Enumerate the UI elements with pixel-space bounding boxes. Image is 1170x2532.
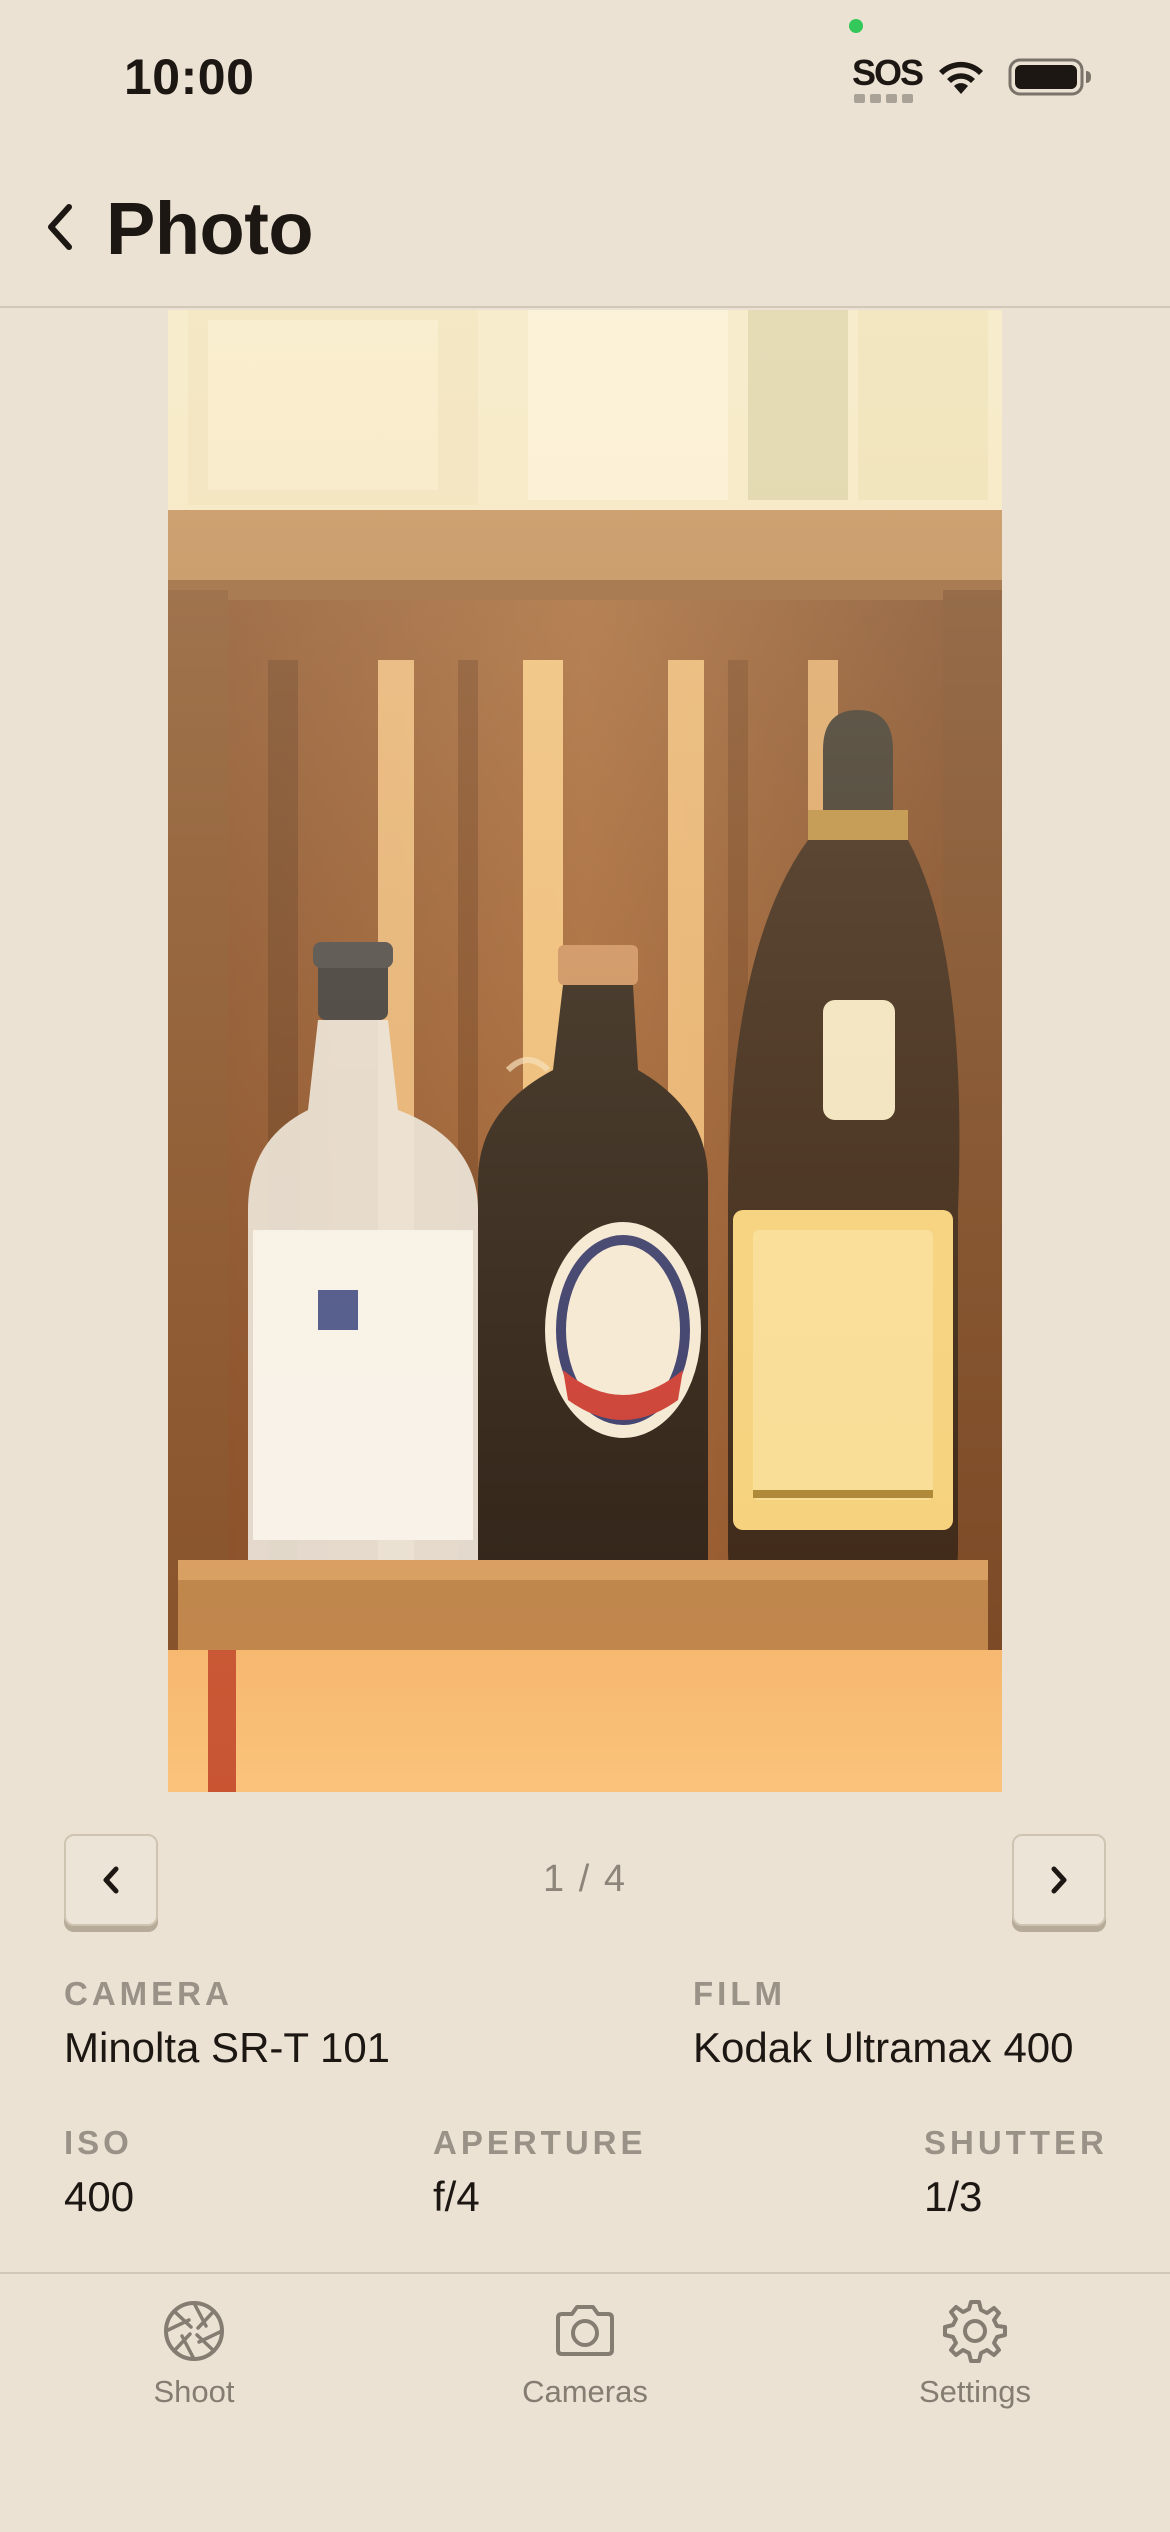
gear-icon: [943, 2300, 1007, 2363]
tab-settings[interactable]: Settings: [875, 2298, 1075, 2418]
nav-header: Photo: [0, 150, 1170, 308]
shutter-label: SHUTTER: [924, 2124, 1108, 2161]
camera-label: CAMERA: [64, 1975, 233, 2012]
photo-image: [168, 310, 1002, 1792]
tab-shoot[interactable]: Shoot: [94, 2298, 294, 2418]
page-title: Photo: [106, 187, 314, 270]
tab-label: Shoot: [153, 2374, 235, 2409]
chevron-left-icon: [48, 204, 72, 250]
wifi-icon: [939, 61, 983, 94]
iso-value: 400: [64, 2173, 135, 2220]
cellular-sos-indicator: SOS: [852, 52, 924, 104]
tab-label: Settings: [918, 2374, 1031, 2409]
signal-dots-icon: [854, 94, 913, 103]
tab-bar: Shoot Cameras Settings: [0, 2272, 1170, 2532]
previous-photo-button[interactable]: [64, 1834, 158, 1926]
photo-counter: 1 / 4: [543, 1858, 627, 1900]
status-bar: 10:00 SOS: [0, 0, 1170, 150]
aperture-label: APERTURE: [433, 2124, 647, 2161]
privacy-indicator-dot: [849, 19, 863, 33]
iso-label: ISO: [64, 2124, 133, 2161]
film-label: FILM: [693, 1975, 786, 2012]
aperture-icon: [164, 2301, 224, 2361]
sos-label: SOS: [852, 52, 924, 93]
back-button[interactable]: [30, 192, 90, 262]
camera-value: Minolta SR-T 101: [64, 2024, 391, 2071]
chevron-right-icon: [1051, 1866, 1067, 1894]
battery-icon: [1008, 58, 1091, 96]
tab-label: Cameras: [522, 2374, 648, 2409]
shutter-value: 1/3: [924, 2173, 983, 2220]
tab-cameras[interactable]: Cameras: [485, 2298, 685, 2418]
aperture-value: f/4: [433, 2173, 480, 2220]
film-value: Kodak Ultramax 400: [693, 2024, 1074, 2071]
camera-icon: [556, 2305, 614, 2356]
next-photo-button[interactable]: [1012, 1834, 1106, 1926]
chevron-left-icon: [103, 1866, 119, 1894]
status-time: 10:00: [124, 49, 255, 105]
